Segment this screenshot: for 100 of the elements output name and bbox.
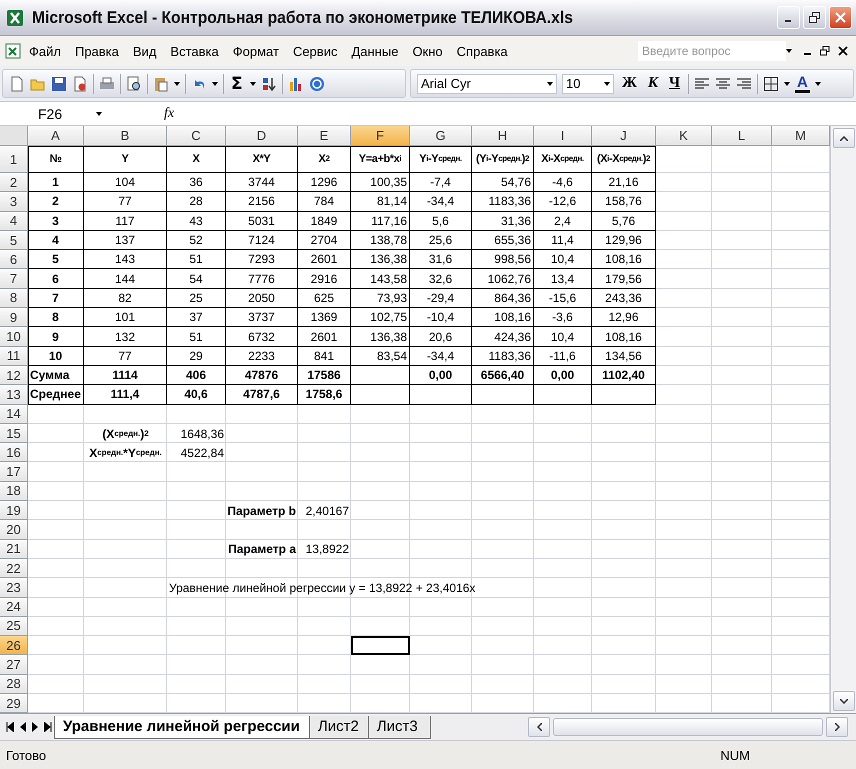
- menu-item[interactable]: Правка: [68, 42, 126, 60]
- first-sheet-icon[interactable]: [6, 722, 14, 732]
- column-header[interactable]: B: [84, 126, 167, 146]
- row-header[interactable]: 8: [0, 288, 28, 308]
- row-header[interactable]: 19: [0, 501, 28, 520]
- menu-item[interactable]: Окно: [405, 42, 450, 60]
- save-icon[interactable]: [51, 76, 67, 92]
- row-header[interactable]: 9: [0, 308, 28, 328]
- scroll-up-icon[interactable]: [840, 136, 848, 140]
- new-document-icon[interactable]: [9, 76, 25, 92]
- chart-icon[interactable]: [288, 76, 304, 92]
- column-header[interactable]: A: [28, 126, 84, 146]
- column-header[interactable]: C: [167, 126, 226, 146]
- name-box[interactable]: F26: [0, 106, 112, 122]
- workbook-icon[interactable]: [4, 42, 22, 60]
- borders-icon[interactable]: [763, 76, 780, 92]
- row-header[interactable]: 2: [0, 173, 28, 192]
- row-header[interactable]: 21: [0, 540, 28, 559]
- row-header[interactable]: 3: [0, 192, 28, 212]
- column-header[interactable]: D: [226, 126, 298, 146]
- active-cell[interactable]: [351, 636, 410, 656]
- caret-icon[interactable]: [212, 82, 218, 86]
- column-header[interactable]: F: [351, 126, 410, 146]
- row-header[interactable]: 15: [0, 424, 28, 444]
- row-header[interactable]: 26: [0, 636, 28, 656]
- row-header[interactable]: 10: [0, 327, 28, 347]
- menu-item[interactable]: Формат: [226, 42, 286, 60]
- row-header[interactable]: 22: [0, 558, 28, 578]
- close-button[interactable]: [829, 6, 852, 29]
- row-header[interactable]: 17: [0, 462, 28, 482]
- row-header[interactable]: 28: [0, 674, 28, 694]
- row-header[interactable]: 18: [0, 482, 28, 502]
- column-header[interactable]: H: [472, 126, 534, 146]
- restore-button[interactable]: [803, 6, 826, 29]
- sheet-tab[interactable]: Лист3: [368, 716, 431, 739]
- row-header[interactable]: 25: [0, 616, 28, 636]
- row-header[interactable]: 16: [0, 443, 28, 462]
- caret-icon[interactable]: [250, 82, 256, 86]
- menu-item[interactable]: Файл: [22, 42, 68, 60]
- autosum-button[interactable]: Σ: [229, 74, 245, 94]
- restore-icon[interactable]: [809, 12, 820, 23]
- row-header[interactable]: 7: [0, 269, 28, 289]
- column-header[interactable]: I: [534, 126, 592, 146]
- column-header[interactable]: M: [772, 126, 830, 146]
- row-header[interactable]: 4: [0, 212, 28, 231]
- align-right-icon[interactable]: [736, 76, 752, 92]
- align-left-icon[interactable]: [694, 76, 710, 92]
- caret-icon[interactable]: [96, 112, 102, 116]
- permission-icon[interactable]: [72, 76, 88, 92]
- caret-icon[interactable]: [814, 82, 821, 86]
- underline-button[interactable]: Ч: [666, 75, 684, 92]
- row-header[interactable]: 13: [0, 385, 28, 405]
- row-header[interactable]: 5: [0, 230, 28, 250]
- print-icon[interactable]: [99, 76, 115, 92]
- scroll-right-icon[interactable]: [834, 723, 840, 732]
- font-name-field[interactable]: Arial Cyr: [417, 74, 557, 94]
- minimize-button[interactable]: [777, 6, 800, 29]
- help-search-field[interactable]: Введите вопрос: [638, 41, 786, 61]
- row-header[interactable]: 6: [0, 250, 28, 270]
- vertical-scrollbar[interactable]: [830, 126, 856, 714]
- scroll-down-icon[interactable]: [840, 698, 848, 704]
- row-header[interactable]: 20: [0, 520, 28, 540]
- column-header[interactable]: J: [592, 126, 656, 146]
- menu-item[interactable]: Справка: [450, 42, 515, 60]
- italic-button[interactable]: К: [644, 75, 662, 92]
- column-header[interactable]: E: [298, 126, 351, 146]
- row-header[interactable]: 14: [0, 404, 28, 424]
- scroll-left-icon[interactable]: [536, 723, 542, 732]
- caret-icon[interactable]: [604, 82, 610, 86]
- row-header[interactable]: 24: [0, 598, 28, 617]
- last-sheet-icon[interactable]: [44, 722, 52, 732]
- menu-item[interactable]: Данные: [344, 42, 406, 60]
- row-header[interactable]: 29: [0, 694, 28, 714]
- row-header[interactable]: 1: [0, 146, 28, 173]
- caret-icon[interactable]: [174, 82, 180, 86]
- column-header[interactable]: K: [656, 126, 712, 146]
- row-header[interactable]: 27: [0, 655, 28, 675]
- row-header[interactable]: 12: [0, 366, 28, 386]
- caret-icon[interactable]: [786, 49, 792, 53]
- column-header[interactable]: L: [712, 126, 772, 146]
- horizontal-scrollbar[interactable]: [528, 717, 848, 738]
- menu-item[interactable]: Сервис: [286, 42, 344, 60]
- row-header[interactable]: 11: [0, 346, 28, 366]
- restore-icon[interactable]: [820, 46, 830, 56]
- sort-icon[interactable]: [260, 76, 277, 92]
- paste-icon[interactable]: [153, 76, 169, 92]
- caret-icon[interactable]: [547, 82, 553, 86]
- align-center-icon[interactable]: [715, 76, 732, 92]
- caret-icon[interactable]: [784, 82, 790, 86]
- menu-item[interactable]: Вид: [126, 42, 164, 60]
- bold-button[interactable]: Ж: [619, 75, 640, 92]
- row-header[interactable]: 23: [0, 578, 28, 598]
- next-sheet-icon[interactable]: [32, 722, 38, 732]
- font-color-button[interactable]: A: [795, 74, 810, 92]
- insert-function-button[interactable]: fx: [112, 106, 186, 122]
- previous-sheet-icon[interactable]: [20, 722, 26, 732]
- column-header[interactable]: G: [410, 126, 472, 146]
- close-icon[interactable]: [838, 46, 848, 56]
- menu-item[interactable]: Вставка: [163, 42, 226, 60]
- font-size-field[interactable]: 10: [562, 74, 614, 94]
